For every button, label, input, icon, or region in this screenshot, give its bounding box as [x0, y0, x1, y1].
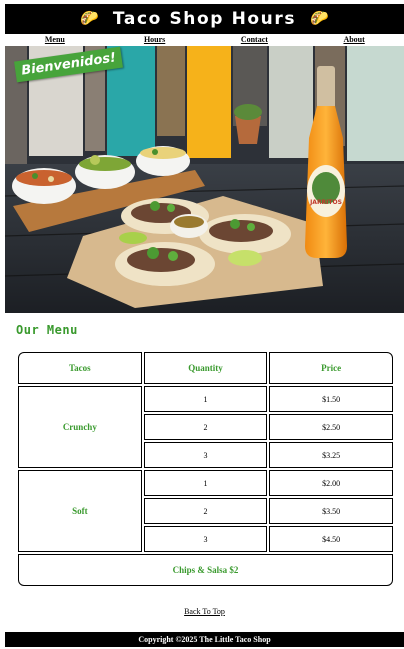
copyright-footer: Copyright ©2025 The Little Taco Shop	[5, 632, 404, 647]
price-cell: $1.50	[269, 386, 393, 412]
price-cell: $3.50	[269, 498, 393, 524]
quantity-cell: 2	[143, 414, 268, 440]
table-row: Soft 1 $2.00	[18, 470, 393, 552]
menu-table: Tacos Quantity Price Crunchy 1 $1.50 2 $…	[16, 350, 395, 588]
main-nav: Menu Hours Contact About	[5, 34, 404, 46]
chips-salsa-cell: Chips & Salsa $2	[18, 554, 393, 586]
quantity-cell: 3	[143, 526, 268, 552]
table-row: Crunchy 1 $1.50	[18, 386, 393, 468]
quantity-cell: 3	[143, 442, 268, 468]
quantity-cell: 2	[143, 498, 268, 524]
table-header-row: Tacos Quantity Price	[18, 352, 393, 384]
site-title: Taco Shop Hours	[112, 9, 297, 29]
quantity-cell: 1	[143, 470, 268, 496]
price-cell: $2.00	[269, 470, 393, 496]
table-footer-row: Chips & Salsa $2	[18, 554, 393, 586]
column-header-tacos: Tacos	[18, 352, 142, 384]
tacos-photo-illustration: JARRITOS	[5, 46, 404, 313]
menu-heading: Our Menu	[16, 323, 78, 337]
nav-link-about[interactable]: About	[304, 34, 404, 46]
price-cell: $3.25	[269, 442, 393, 468]
price-cell: $4.50	[269, 526, 393, 552]
site-header: 🌮 Taco Shop Hours 🌮	[5, 4, 404, 34]
back-to-top-link[interactable]: Back To Top	[184, 607, 225, 616]
quantity-cell: 1	[143, 386, 268, 412]
back-to-top-container: Back To Top	[5, 601, 404, 619]
taco-icon: 🌮	[80, 10, 99, 27]
column-header-quantity: Quantity	[143, 352, 268, 384]
column-header-price: Price	[269, 352, 393, 384]
bottle-label: JARRITOS	[309, 199, 342, 206]
nav-link-hours[interactable]: Hours	[105, 34, 205, 46]
nav-link-menu[interactable]: Menu	[5, 34, 105, 46]
category-soft: Soft	[18, 470, 142, 552]
category-crunchy: Crunchy	[18, 386, 142, 468]
nav-link-contact[interactable]: Contact	[205, 34, 305, 46]
page: 🌮 Taco Shop Hours 🌮 Menu Hours Contact A…	[5, 0, 404, 649]
hero-photo: JARRITOS Bienvenidos!	[5, 46, 404, 313]
price-cell: $2.50	[269, 414, 393, 440]
taco-icon: 🌮	[310, 10, 329, 27]
